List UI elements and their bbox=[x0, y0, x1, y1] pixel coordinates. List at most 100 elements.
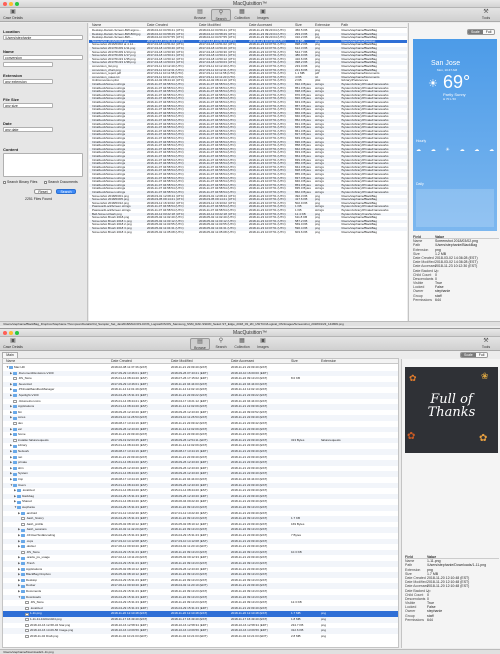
case-details-label: Case Details bbox=[3, 345, 23, 349]
folder-icon bbox=[13, 394, 17, 398]
folder-icon bbox=[13, 483, 17, 487]
table-cell: 2018-11-02 10:21:03 (EDT) bbox=[111, 633, 148, 638]
image-caption: Full of Thanks bbox=[405, 393, 498, 419]
case-details-button[interactable]: ▣ Case Details bbox=[3, 9, 23, 21]
table-row[interactable]: Screenshot Brush 2018 4.png 2018-05-02 11… bbox=[89, 231, 407, 235]
folder-icon bbox=[17, 500, 21, 504]
zoom-window-button[interactable] bbox=[15, 331, 19, 335]
file-tree-table: Name Date Created Date Modified Date Access… bbox=[2, 358, 399, 648]
table-cell: 2018-11-02 10:21:03 (EDT) bbox=[171, 633, 208, 638]
checkbox-box bbox=[44, 180, 47, 184]
sun-icon: ☀ bbox=[445, 147, 450, 153]
preview-pane: Scale Full San Jose Mon, 10:47 AM ☀ 69° … bbox=[408, 23, 500, 321]
hourly-label: Hourly bbox=[416, 139, 427, 143]
search-button[interactable]: ⚲ Search bbox=[211, 338, 231, 350]
collection-button[interactable]: ▦ Collection bbox=[232, 338, 252, 350]
column-header[interactable]: Name bbox=[6, 359, 15, 364]
table-cell: /Users/stephanie/BlackBag bbox=[341, 230, 378, 234]
table-cell: Screenshot Brush 2018 4.png bbox=[92, 230, 132, 234]
toolbar: ▣ Case Details ▤ Browse ⚲ Search ▦ Collectio… bbox=[0, 8, 500, 22]
name-match-select[interactable] bbox=[3, 62, 53, 67]
images-button[interactable]: ▣ Images bbox=[253, 9, 273, 21]
info-field: Permissions bbox=[413, 297, 433, 302]
status-path: /Users/stephanie/Downloads/1-11.png bbox=[0, 649, 500, 654]
folder-icon bbox=[21, 579, 25, 583]
tools-button[interactable]: ⚒ Tools bbox=[476, 338, 496, 350]
table-cell: 2018-11-02 10:21:03 (EDT) bbox=[231, 633, 268, 638]
content-field[interactable] bbox=[3, 153, 83, 177]
folder-icon bbox=[9, 366, 13, 370]
case-details-label: Case Details bbox=[3, 16, 23, 20]
search-documents-checkbox[interactable]: Search Documents bbox=[44, 180, 78, 184]
search-button[interactable]: ⚲ Search bbox=[211, 9, 231, 21]
minimize-window-button[interactable] bbox=[9, 331, 13, 335]
minimize-window-button[interactable] bbox=[9, 2, 13, 6]
folder-icon bbox=[13, 455, 17, 459]
folder-icon bbox=[21, 528, 25, 532]
tree-name-cell: 2018-11-02 Draft.png bbox=[22, 634, 110, 640]
column-header[interactable]: Size bbox=[295, 23, 302, 28]
collection-label: Collection bbox=[234, 16, 250, 20]
file-icon bbox=[13, 439, 17, 443]
folder-icon bbox=[21, 556, 25, 560]
window-controls bbox=[3, 331, 19, 335]
table-cell: 603.6 KB bbox=[295, 230, 308, 234]
name-field[interactable]: conversion bbox=[3, 55, 83, 60]
column-header[interactable]: Date Modified bbox=[199, 23, 221, 28]
info-field: Permissions bbox=[405, 617, 425, 622]
column-header[interactable]: Extension bbox=[315, 23, 330, 28]
cloud-icon: ☁ bbox=[489, 147, 494, 153]
info-value: /Users/stephanie/BlackBag bbox=[435, 243, 478, 248]
column-header[interactable]: Date Created bbox=[147, 23, 168, 28]
scale-option[interactable]: Scale bbox=[468, 30, 483, 34]
browse-button[interactable]: ▤ Browse bbox=[190, 9, 210, 21]
column-header[interactable]: Name bbox=[92, 23, 101, 28]
view-mode-toggle[interactable]: Scale Full bbox=[467, 29, 496, 35]
folder-icon bbox=[21, 567, 25, 571]
tools-button[interactable]: ⚒ Tools bbox=[476, 9, 496, 21]
case-details-button[interactable]: ▣ Case Details bbox=[3, 338, 23, 350]
search-label: Search bbox=[215, 17, 227, 21]
info-value: 2018-11-20 12:10:48 (EST) bbox=[427, 584, 470, 589]
location-field[interactable]: /Users/stephanie bbox=[3, 35, 83, 40]
column-header[interactable]: Date Accessed bbox=[231, 359, 254, 364]
extension-select[interactable]: any extension bbox=[3, 79, 53, 84]
collection-icon: ▦ bbox=[239, 9, 245, 15]
name-label: Name bbox=[3, 49, 14, 54]
column-header[interactable]: Date Created bbox=[111, 359, 132, 364]
info-value: 2018-11-23 10:12:30 (EST) bbox=[435, 264, 478, 269]
browse-button[interactable]: ▤ Browse bbox=[190, 338, 210, 350]
folder-icon bbox=[13, 461, 17, 465]
table-cell: 2.8 MB bbox=[291, 633, 301, 638]
folder-icon bbox=[21, 511, 25, 515]
scale-option[interactable]: Scale bbox=[461, 353, 476, 357]
folder-icon: ▤ bbox=[197, 339, 203, 345]
content-label: Content bbox=[3, 147, 19, 152]
images-button[interactable]: ▣ Images bbox=[253, 338, 273, 350]
search-binary-checkbox[interactable]: Search Binary Files bbox=[3, 180, 37, 184]
collection-button[interactable]: ▦ Collection bbox=[232, 9, 252, 21]
folder-icon bbox=[17, 506, 21, 510]
run-search-button[interactable]: Search bbox=[56, 189, 76, 194]
tree-row[interactable]: 2018-11-02 Draft.png 2018-11-02 10:21:03 … bbox=[3, 633, 398, 640]
column-header[interactable]: Date Accessed bbox=[249, 23, 272, 28]
zoom-window-button[interactable] bbox=[15, 2, 19, 6]
date-select[interactable]: any date bbox=[3, 127, 53, 132]
close-window-button[interactable] bbox=[3, 331, 7, 335]
full-option[interactable]: Full bbox=[482, 30, 495, 34]
column-header[interactable]: Path bbox=[341, 23, 348, 28]
folder-icon bbox=[13, 388, 17, 392]
cloud-icon: ☁ bbox=[474, 147, 480, 153]
close-window-button[interactable] bbox=[3, 2, 7, 6]
column-header[interactable]: Size bbox=[291, 359, 298, 364]
reset-button[interactable]: Reset bbox=[34, 189, 52, 194]
full-option[interactable]: Full bbox=[475, 353, 488, 357]
view-mode-toggle[interactable]: Scale Full bbox=[460, 352, 489, 358]
column-header[interactable]: Date Modified bbox=[171, 359, 193, 364]
file-size-select[interactable]: any size bbox=[3, 103, 53, 108]
table-cell: 2018-05-02 11:05:08 (UTC) bbox=[199, 230, 236, 234]
browse-label: Browse bbox=[194, 16, 206, 20]
column-header[interactable]: Extension bbox=[321, 359, 336, 364]
checkbox-box bbox=[3, 180, 6, 184]
cloud-icon: ☁ bbox=[430, 147, 436, 153]
